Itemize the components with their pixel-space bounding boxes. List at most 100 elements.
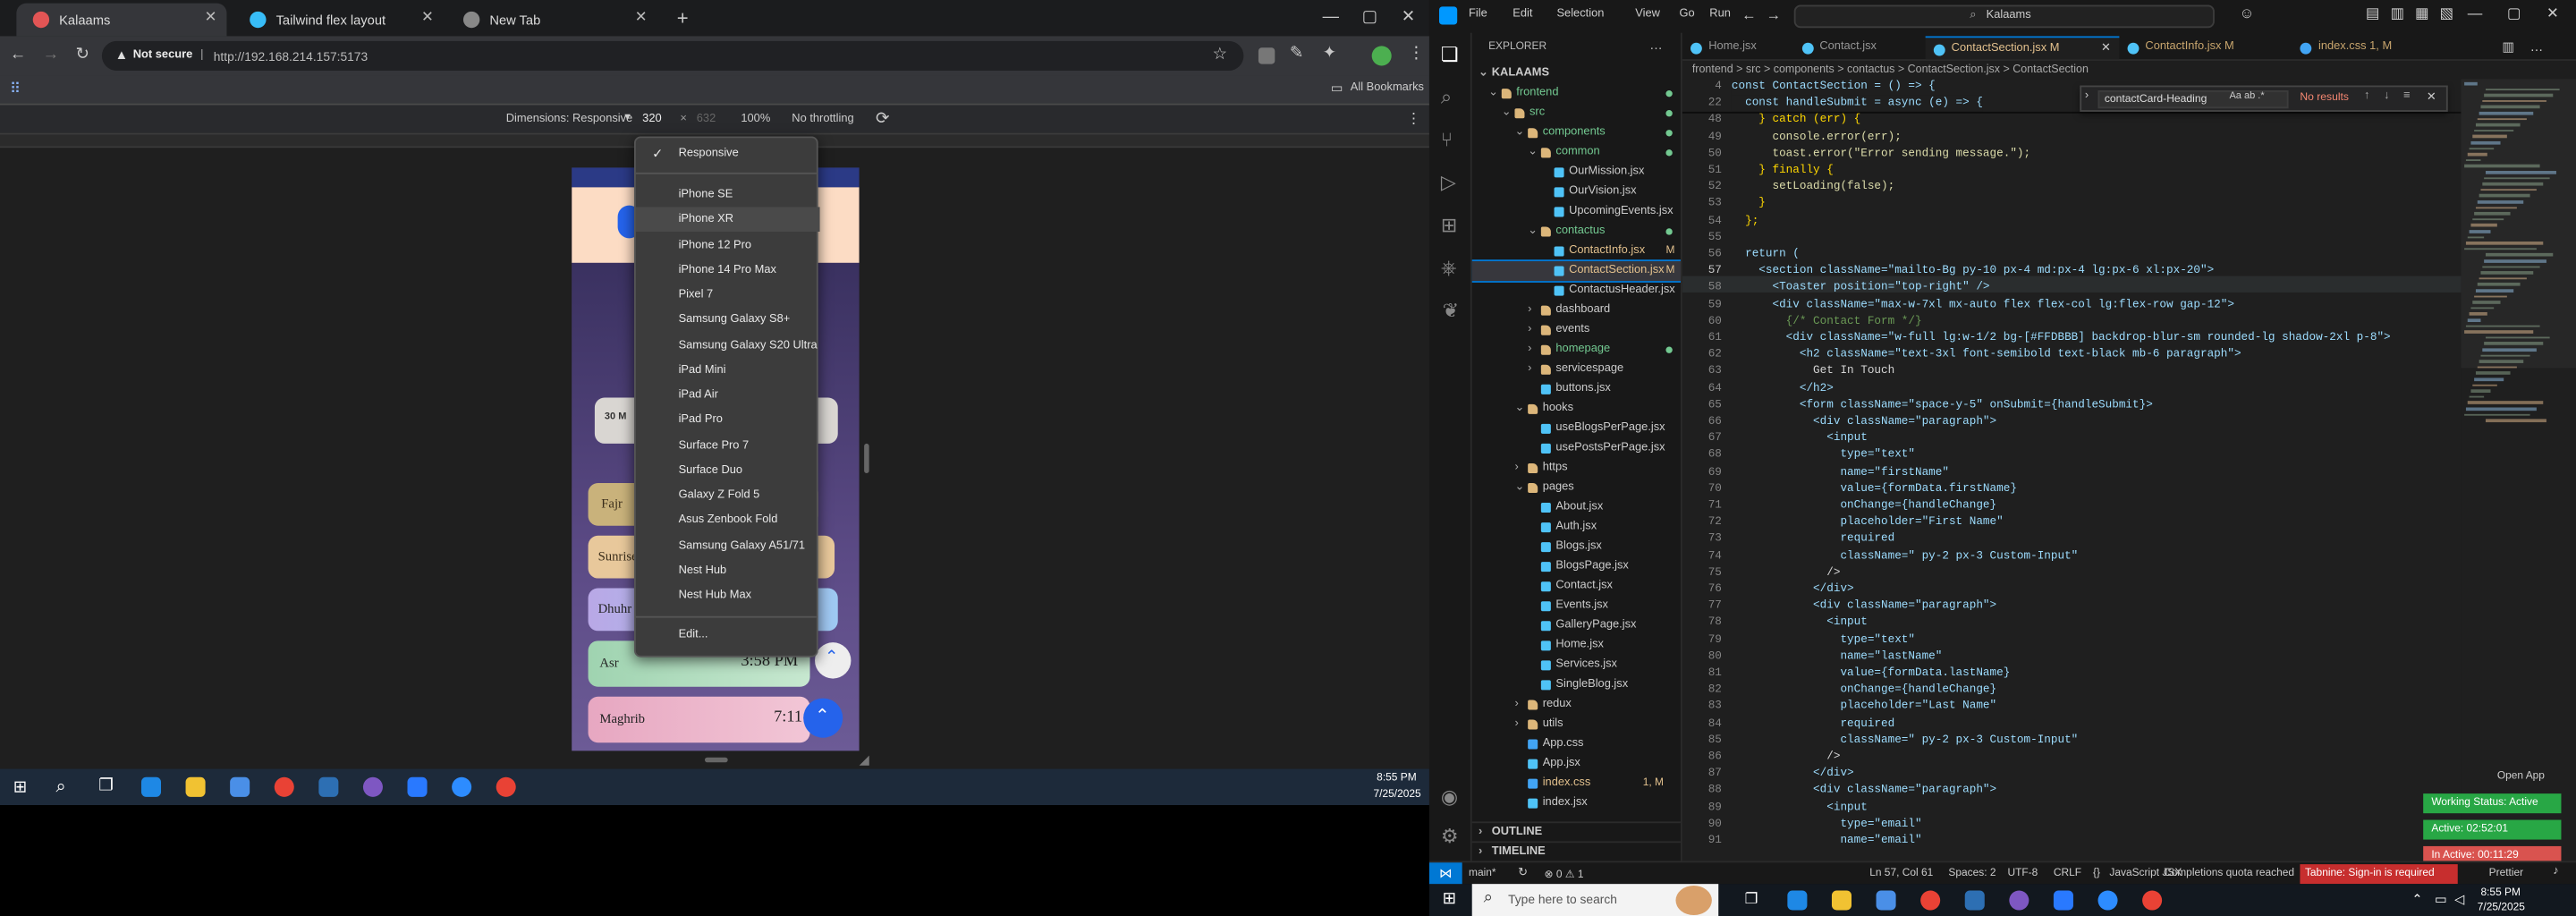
puzzle-icon[interactable]: ✦ <box>1323 45 1336 63</box>
close-window-button[interactable]: ✕ <box>2546 5 2559 23</box>
tree-item[interactable]: ⌄ pages <box>1472 478 1681 497</box>
resize-corner-icon[interactable]: ◢ <box>860 752 869 768</box>
throttle-select[interactable]: No throttling <box>792 114 853 125</box>
tree-item[interactable]: › homepage <box>1472 340 1681 360</box>
device-menu-item[interactable]: iPad Mini <box>636 358 820 383</box>
store-icon[interactable] <box>1876 890 1896 911</box>
taskbar-search[interactable]: ⌕ Type here to search <box>1471 884 1719 916</box>
close-tab-icon[interactable]: ✕ <box>205 8 217 26</box>
apps-grid-icon[interactable]: ⠿ <box>10 81 21 98</box>
tree-item[interactable]: › https <box>1472 458 1681 478</box>
menu-file[interactable]: File <box>1469 8 1487 20</box>
task-view-icon[interactable]: ❐ <box>1745 891 1758 909</box>
minimize-button[interactable]: — <box>2468 5 2483 21</box>
zoom-select[interactable]: 100% <box>741 114 770 125</box>
edge-icon[interactable] <box>140 776 162 797</box>
tree-item[interactable]: ⌄ components <box>1472 123 1681 143</box>
new-tab-button[interactable]: + <box>677 6 689 30</box>
tree-item[interactable]: ⌄ common <box>1472 143 1681 163</box>
outline-section[interactable]: › OUTLINE <box>1471 821 1681 841</box>
close-tab-icon[interactable]: ✕ <box>635 8 648 26</box>
tree-item[interactable]: OurVision.jsx <box>1472 182 1681 202</box>
tree-item[interactable]: index.css 1, M <box>1472 774 1681 793</box>
tree-item[interactable]: SingleBlog.jsx <box>1472 675 1681 695</box>
star-icon[interactable]: ☆ <box>1213 46 1227 64</box>
copilot-quota[interactable]: Completions quota reached <box>2164 868 2294 879</box>
device-menu-item[interactable]: iPad Pro <box>636 408 820 433</box>
panel-toggle-icon[interactable]: ▦ <box>2415 5 2429 23</box>
tree-item[interactable]: ⌄ frontend <box>1472 84 1681 104</box>
search-icon[interactable]: ⌕ <box>55 777 65 799</box>
account-icon[interactable]: ◉ <box>1441 785 1458 809</box>
timeline-section[interactable]: › TIMELINE <box>1471 841 1681 861</box>
run-debug-icon[interactable]: ▷ <box>1441 171 1456 194</box>
menu-item-responsive[interactable]: ✓ Responsive <box>636 141 820 166</box>
menu-selection[interactable]: Selection <box>1556 8 1604 20</box>
tree-item[interactable]: ⌄ hooks <box>1472 399 1681 419</box>
tree-item[interactable]: Blogs.jsx <box>1472 538 1681 557</box>
chrome-icon[interactable] <box>2142 890 2163 911</box>
tree-item[interactable]: › servicespage <box>1472 360 1681 379</box>
kebab-menu-icon[interactable]: ⋮ <box>1408 45 1424 63</box>
device-menu-item[interactable]: iPad Air <box>636 383 820 408</box>
more-actions-icon[interactable]: … <box>1649 38 1663 53</box>
tree-item[interactable]: › redux <box>1472 695 1681 715</box>
tree-item[interactable]: About.jsx <box>1472 498 1681 518</box>
address-bar[interactable]: ▲ Not secure | http://192.168.214.157:51… <box>101 40 1244 71</box>
windows-start-icon[interactable]: ⊞ <box>13 779 27 797</box>
tree-item[interactable]: Contact.jsx <box>1472 577 1681 597</box>
close-tab-icon[interactable]: ✕ <box>2101 38 2111 61</box>
tabnine-status[interactable]: Tabnine: Sign-in is required <box>2300 864 2458 885</box>
line-ending[interactable]: CRLF <box>2054 868 2081 879</box>
tree-item[interactable]: › events <box>1472 320 1681 340</box>
rotate-icon[interactable]: ⟳ <box>876 110 889 128</box>
device-menu-item[interactable]: iPhone 14 Pro Max <box>636 258 820 283</box>
settings-gear-icon[interactable]: ⚙ <box>1441 825 1459 848</box>
vscode-icon[interactable] <box>407 776 428 797</box>
minimize-button[interactable]: — <box>1323 8 1339 26</box>
tree-item[interactable]: UpcomingEvents.jsx <box>1472 202 1681 222</box>
tree-item[interactable]: buttons.jsx <box>1472 379 1681 399</box>
zoom-icon[interactable] <box>2097 890 2118 911</box>
tree-item[interactable]: Services.jsx <box>1472 656 1681 675</box>
code-editor[interactable]: 4 const ContactSection = () => {22 const … <box>1682 79 2576 861</box>
device-menu-item[interactable]: Surface Duo <box>636 458 820 483</box>
pen-icon[interactable]: ✎ <box>1290 45 1303 63</box>
back-icon[interactable]: ← <box>10 46 26 64</box>
tab-new[interactable]: New Tab ✕ <box>447 4 657 37</box>
sync-icon[interactable]: ↻ <box>1518 866 1528 879</box>
split-editor-icon[interactable]: ▥ <box>2502 39 2514 55</box>
device-menu-item[interactable]: Galaxy Z Fold 5 <box>636 483 820 508</box>
remote-icon[interactable]: ⎈ <box>1441 257 1457 282</box>
prettier-status[interactable]: Prettier <box>2489 868 2523 879</box>
reload-icon[interactable]: ↻ <box>75 46 89 64</box>
sidebar-toggle-icon[interactable]: ▥ <box>2390 5 2404 23</box>
tree-item[interactable]: useBlogsPerPage.jsx <box>1472 419 1681 438</box>
search-icon[interactable]: ⌕ <box>1441 86 1452 111</box>
explorer-icon[interactable]: ❏ <box>1441 43 1459 66</box>
source-control-icon[interactable]: ⑂ <box>1441 128 1453 151</box>
maximize-button[interactable]: ▢ <box>2507 5 2521 23</box>
mongodb-icon[interactable]: ❦ <box>1443 299 1459 322</box>
windows-start-icon[interactable]: ⊞ <box>1443 891 1456 909</box>
tree-item[interactable]: App.jsx <box>1472 754 1681 774</box>
next-match-icon[interactable]: ↓ <box>2384 90 2389 102</box>
device-menu-item[interactable]: Nest Hub Max <box>636 583 820 608</box>
editor-tab[interactable]: index.css 1, M <box>2292 36 2445 59</box>
scroll-to-top-button[interactable]: ⌃ <box>803 698 843 738</box>
tree-item[interactable]: OurMission.jsx <box>1472 163 1681 182</box>
open-app-button[interactable]: Open App <box>2497 770 2545 782</box>
editor-tab[interactable]: ContactInfo.jsx M <box>2119 36 2292 59</box>
minimap-viewport[interactable] <box>2461 79 2576 369</box>
menu-run[interactable]: Run <box>1709 8 1731 20</box>
workspace-header[interactable]: ⌄ KALAAMS <box>1479 64 1549 84</box>
tree-item[interactable]: index.jsx <box>1472 793 1681 813</box>
layout-icon[interactable]: ▤ <box>2366 5 2380 23</box>
device-menu-item[interactable]: Samsung Galaxy S8+ <box>636 308 820 333</box>
more-options-icon[interactable]: ⋮ <box>1406 110 1421 128</box>
device-menu-item[interactable]: iPhone XR <box>635 207 820 233</box>
extension-icon[interactable] <box>1258 47 1275 64</box>
tree-item[interactable]: ⌄ contactus <box>1472 222 1681 242</box>
task-view-icon[interactable]: ❐ <box>98 777 113 795</box>
width-input[interactable]: 320 <box>642 114 661 125</box>
